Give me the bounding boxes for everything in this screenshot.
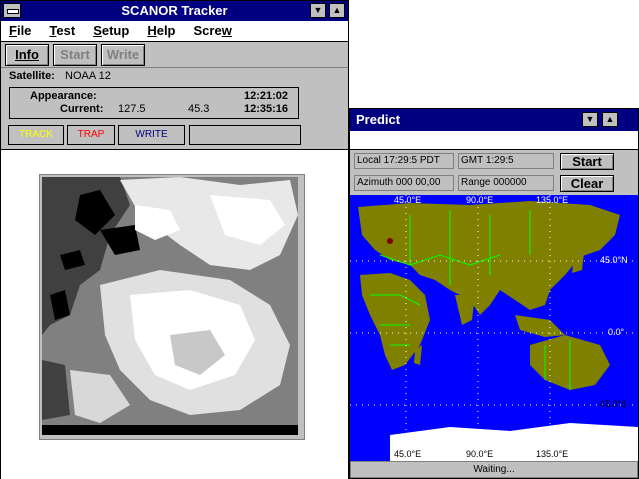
lat-label-1: 45.0°N xyxy=(600,255,628,265)
appearance-label: Appearance: xyxy=(30,90,97,102)
range-field: Range 000000 xyxy=(458,175,554,191)
write-indicator: WRITE xyxy=(118,125,185,145)
cloud-imagery xyxy=(42,177,298,435)
image-area xyxy=(1,149,348,479)
gmt-time-field: GMT 1:29:5 xyxy=(458,153,554,169)
menu-screw[interactable]: Screw xyxy=(194,21,232,41)
menu-setup[interactable]: Setup xyxy=(93,21,129,41)
menu-file[interactable]: File xyxy=(9,21,31,41)
lat-label-2: 0.0° xyxy=(608,327,625,337)
predict-start-button[interactable]: Start xyxy=(560,153,614,170)
predict-maximize-button[interactable]: ▲ xyxy=(602,112,618,127)
track-indicator: TRACK xyxy=(8,125,64,145)
start-button[interactable]: Start xyxy=(53,44,97,66)
lon-label-top-3: 135.0°E xyxy=(536,195,569,205)
azimuth-field: Azimuth 000 00,00 xyxy=(354,175,454,191)
current-time: 12:35:16 xyxy=(244,103,289,115)
current-azimuth: 127.5 xyxy=(118,103,146,115)
write-button[interactable]: Write xyxy=(101,44,145,66)
satellite-label: Satellite: xyxy=(9,70,55,82)
minimize-button[interactable]: ▼ xyxy=(310,3,326,18)
predict-window: Predict ▼ ▲ Local 17:29:5 PDT GMT 1:29:5… xyxy=(349,108,639,479)
separator xyxy=(1,67,348,68)
predict-title: Predict xyxy=(356,112,401,127)
map-graphic xyxy=(350,195,638,461)
scanor-tracker-window: SCANOR Tracker ▼ ▲ File Test Setup Help Scre… xyxy=(0,0,349,479)
predict-menu-bar xyxy=(350,131,638,150)
local-time-field: Local 17:29:5 PDT xyxy=(354,153,454,169)
window-title: SCANOR Tracker xyxy=(121,3,228,18)
current-label: Current: xyxy=(60,103,104,115)
lon-label-top-2: 90.0°E xyxy=(466,195,494,205)
lon-label-bottom-2: 90.0°E xyxy=(466,449,494,459)
satellite-marker xyxy=(387,238,393,244)
lon-label-bottom-3: 135.0°E xyxy=(536,449,569,459)
satellite-image xyxy=(39,174,305,440)
predict-title-bar[interactable]: Predict ▼ ▲ xyxy=(350,109,638,131)
satellite-value: NOAA 12 xyxy=(65,70,111,82)
appearance-time: 12:21:02 xyxy=(244,90,289,102)
info-panel: Appearance: 12:21:02 Current: 127.5 45.3… xyxy=(9,87,299,119)
system-menu-icon[interactable] xyxy=(3,3,21,18)
current-elevation: 45.3 xyxy=(188,103,210,115)
predict-minimize-button[interactable]: ▼ xyxy=(582,112,598,127)
predict-clear-button[interactable]: Clear xyxy=(560,175,614,192)
maximize-button[interactable]: ▲ xyxy=(329,3,345,18)
lon-label-bottom-1: 45.0°E xyxy=(394,449,422,459)
status-indicator xyxy=(189,125,301,145)
menu-bar: File Test Setup Help Screw xyxy=(1,21,348,42)
lat-label-3: 45.0°S xyxy=(600,399,628,409)
info-button[interactable]: Info xyxy=(5,44,49,66)
title-bar[interactable]: SCANOR Tracker ▼ ▲ xyxy=(1,1,348,21)
trap-indicator: TRAP xyxy=(67,125,115,145)
lon-label-top-1: 45.0°E xyxy=(394,195,422,205)
menu-help[interactable]: Help xyxy=(147,21,175,41)
status-bar: Waiting... xyxy=(350,461,638,478)
menu-test[interactable]: Test xyxy=(49,21,75,41)
world-map[interactable]: 45.0°E 90.0°E 135.0°E 45.0°N 0.0° 45.0°S… xyxy=(350,195,638,461)
